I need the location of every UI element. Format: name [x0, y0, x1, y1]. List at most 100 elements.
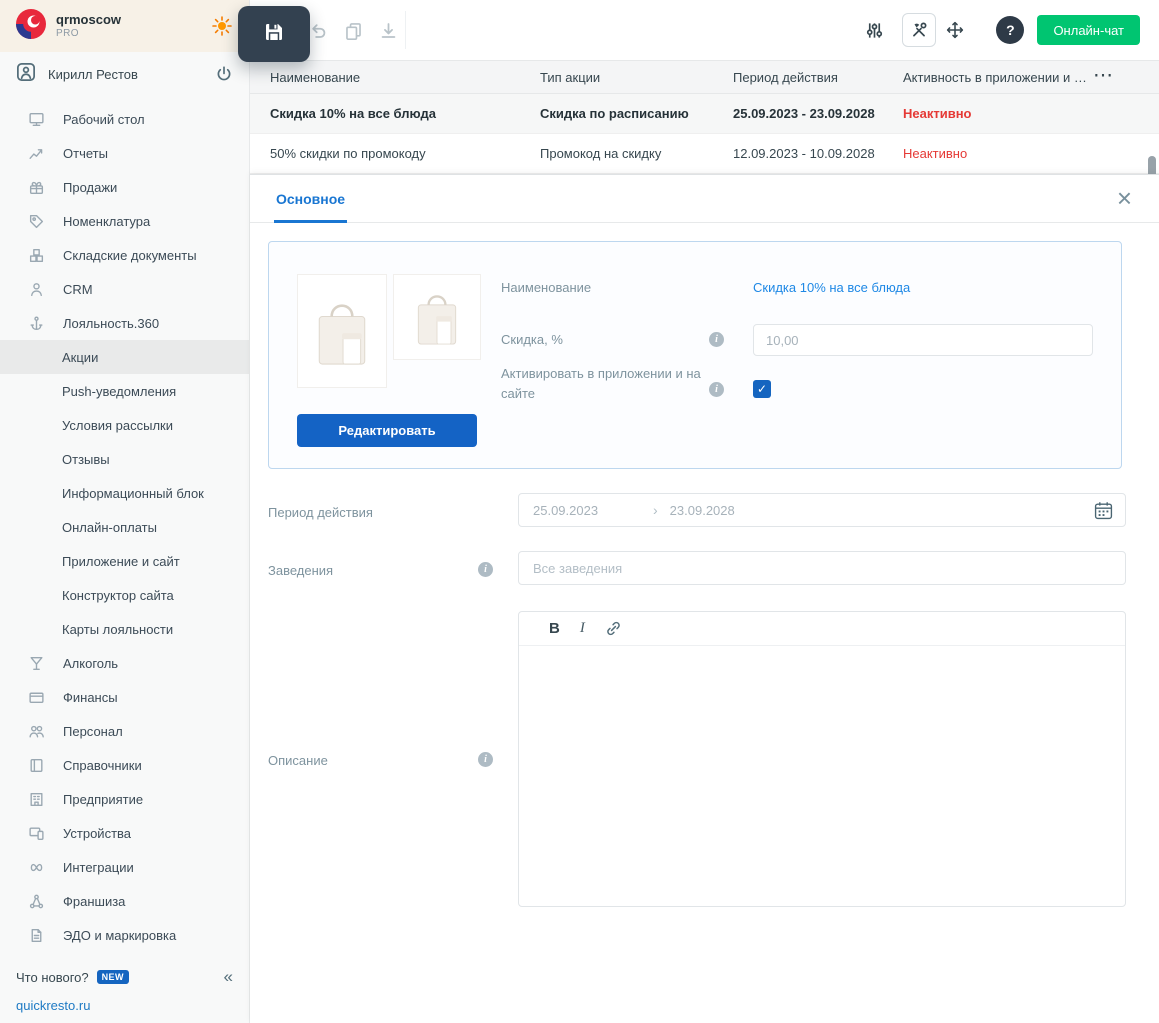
duplicate-icon[interactable] [343, 20, 363, 40]
sidebar-item-online-payments[interactable]: Онлайн-оплаты [0, 510, 249, 544]
site-link[interactable]: quickresto.ru [0, 990, 249, 1013]
sidebar-item-sales[interactable]: Продажи [0, 170, 249, 204]
sidebar-item-push[interactable]: Push-уведомления [0, 374, 249, 408]
promotion-detail-panel: Основное × [250, 174, 1159, 1023]
sidebar-item-label: Интеграции [63, 860, 134, 875]
sidebar-item-label: CRM [63, 282, 93, 297]
column-settings-kebab-icon[interactable]: ⋯ [1093, 65, 1113, 85]
sidebar-item-finance[interactable]: Финансы [0, 680, 249, 714]
nomenclature-icon [28, 213, 45, 230]
undo-icon[interactable] [308, 20, 328, 40]
sidebar-item-label: Финансы [63, 690, 118, 705]
description-label: Описание [268, 753, 328, 768]
sidebar-item-label: Отзывы [62, 452, 110, 467]
logout-power-icon[interactable] [215, 65, 233, 83]
user-row[interactable]: Кирилл Рестов [0, 52, 249, 96]
sidebar-item-app-site[interactable]: Приложение и сайт [0, 544, 249, 578]
sidebar-item-nomenclature[interactable]: Номенклатура [0, 204, 249, 238]
sidebar-item-integrations[interactable]: Интеграции [0, 850, 249, 884]
online-chat-button[interactable]: Онлайн-чат [1037, 15, 1140, 45]
info-icon[interactable]: i [709, 382, 724, 397]
sidebar-item-reports[interactable]: Отчеты [0, 136, 249, 170]
promotion-name-link[interactable]: Скидка 10% на все блюда [753, 280, 910, 295]
italic-button[interactable]: I [580, 620, 585, 637]
sidebar-item-crm[interactable]: CRM [0, 272, 249, 306]
user-name: Кирилл Рестов [48, 67, 138, 82]
activate-checkbox[interactable]: ✓ [753, 380, 771, 398]
info-icon[interactable]: i [478, 752, 493, 767]
sidebar-item-edo[interactable]: ЭДО и маркировка [0, 918, 249, 952]
editor-toolbar: B I [519, 612, 1125, 646]
table-body: Скидка 10% на все блюдаСкидка по расписа… [250, 94, 1159, 174]
sidebar-item-staff[interactable]: Персонал [0, 714, 249, 748]
sidebar-item-label: Предприятие [63, 792, 143, 807]
table-row[interactable]: Скидка 10% на все блюдаСкидка по расписа… [250, 94, 1159, 134]
download-icon[interactable] [378, 20, 398, 40]
venues-input[interactable] [518, 551, 1126, 585]
close-panel-icon[interactable]: × [1117, 184, 1132, 213]
cell-name: 50% скидки по промокоду [270, 146, 540, 161]
cell-name: Скидка 10% на все блюда [270, 106, 540, 121]
collapse-sidebar-icon[interactable]: « [224, 967, 233, 987]
bold-button[interactable]: B [549, 620, 560, 637]
cell-status: Неактивно [903, 106, 1159, 121]
cell-type: Скидка по расписанию [540, 106, 733, 121]
sidebar-item-desktop[interactable]: Рабочий стол [0, 102, 249, 136]
sidebar-item-mailing[interactable]: Условия рассылки [0, 408, 249, 442]
sidebar-item-promotions[interactable]: Акции [0, 340, 249, 374]
brand-name: qrmoscow [56, 13, 121, 28]
period-from-value[interactable]: 25.09.2023 [533, 503, 653, 518]
edit-button[interactable]: Редактировать [297, 414, 477, 447]
promotion-summary-card: Редактировать Наименование Скидка 10% на… [268, 241, 1122, 469]
sidebar-item-directories[interactable]: Справочники [0, 748, 249, 782]
tab-main[interactable]: Основное [274, 175, 347, 223]
filter-sliders-icon[interactable] [864, 20, 884, 40]
sidebar-item-devices[interactable]: Устройства [0, 816, 249, 850]
column-header[interactable]: Наименование [270, 70, 540, 85]
sidebar-item-label: Справочники [63, 758, 142, 773]
chevron-right-icon: › [653, 502, 658, 518]
table-row[interactable]: 50% скидки по промокодуПромокод на скидк… [250, 134, 1159, 174]
promo-image[interactable] [393, 274, 481, 360]
cell-period: 25.09.2023 - 23.09.2028 [733, 106, 903, 121]
move-mode-button[interactable] [938, 13, 972, 47]
sidebar-item-enterprise[interactable]: Предприятие [0, 782, 249, 816]
description-textarea[interactable] [519, 646, 1125, 906]
sidebar-item-label: Онлайн-оплаты [62, 520, 157, 535]
top-toolbar: ? Онлайн-чат [250, 0, 1159, 60]
column-header[interactable]: Тип акции [540, 70, 733, 85]
discount-input[interactable] [753, 324, 1093, 356]
venues-label: Заведения [268, 563, 333, 578]
whats-new-link[interactable]: Что нового? [16, 970, 89, 985]
main-area: ? Онлайн-чат ⋯ НаименованиеТип акцииПери… [250, 0, 1159, 1023]
period-to-value[interactable]: 23.09.2028 [670, 503, 735, 518]
alcohol-icon [28, 655, 45, 672]
sidebar-item-label: Устройства [63, 826, 131, 841]
help-button[interactable]: ? [996, 16, 1024, 44]
column-header[interactable]: Период действия [733, 70, 903, 85]
sidebar-item-alcohol[interactable]: Алкоголь [0, 646, 249, 680]
cell-type: Промокод на скидку [540, 146, 733, 161]
franchise-icon [28, 893, 45, 910]
period-range-input[interactable]: 25.09.2023 › 23.09.2028 [518, 493, 1126, 527]
sidebar-item-franchise[interactable]: Франшиза [0, 884, 249, 918]
theme-sun-icon[interactable] [211, 15, 233, 37]
link-button-icon[interactable] [605, 620, 622, 637]
info-icon[interactable]: i [478, 562, 493, 577]
promo-image[interactable] [297, 274, 387, 388]
desktop-icon [28, 111, 45, 128]
sidebar-item-site-builder[interactable]: Конструктор сайта [0, 578, 249, 612]
devices-icon [28, 825, 45, 842]
panel-tabbar: Основное × [250, 175, 1159, 223]
sidebar-item-infoblock[interactable]: Информационный блок [0, 476, 249, 510]
tools-mode-button[interactable] [902, 13, 936, 47]
info-icon[interactable]: i [709, 332, 724, 347]
save-button[interactable] [238, 6, 310, 62]
sidebar-item-warehouse[interactable]: Складские документы [0, 238, 249, 272]
calendar-icon[interactable] [1094, 501, 1113, 520]
sidebar-item-loyalty[interactable]: Лояльность.360 [0, 306, 249, 340]
column-header[interactable]: Активность в приложении и на сайте [903, 70, 1159, 85]
sidebar-item-loyalty-cards[interactable]: Карты лояльности [0, 612, 249, 646]
new-badge: NEW [97, 970, 129, 984]
sidebar-item-reviews[interactable]: Отзывы [0, 442, 249, 476]
